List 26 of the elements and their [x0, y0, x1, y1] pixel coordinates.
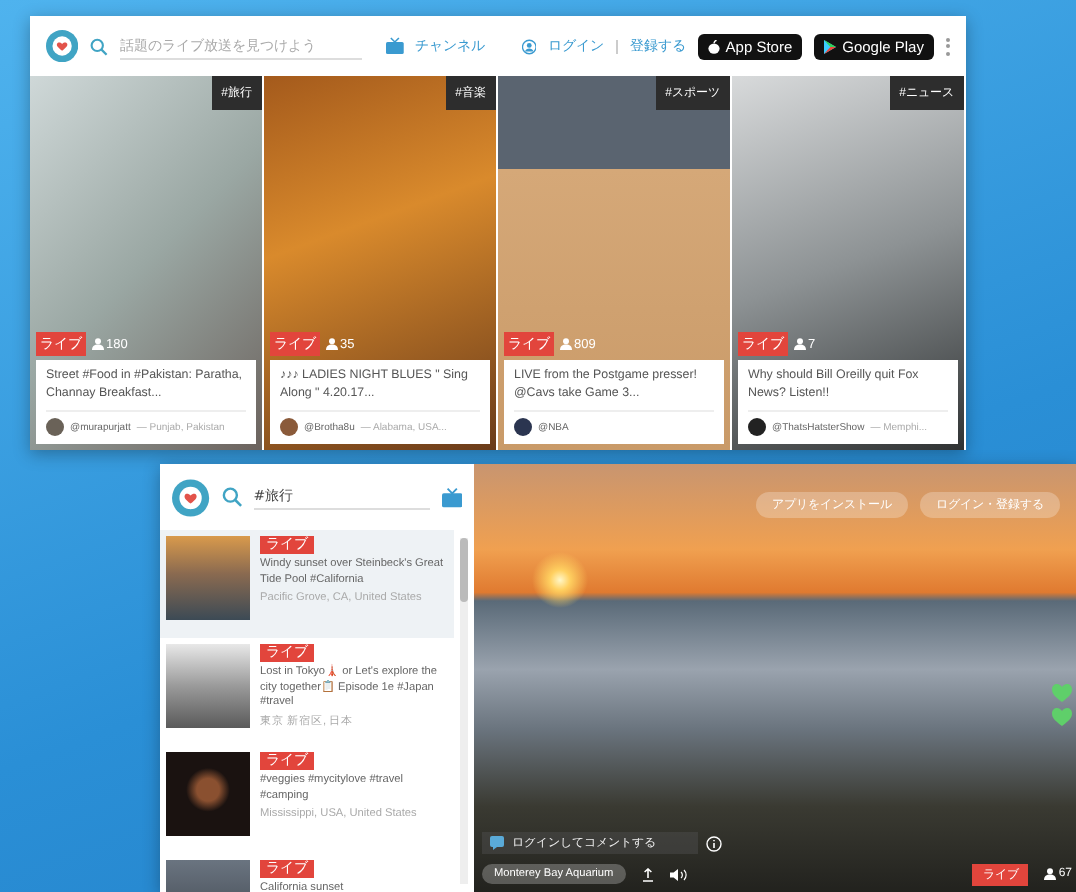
photo-placeholder [166, 752, 250, 836]
search-icon[interactable] [90, 35, 108, 57]
user-icon [92, 338, 104, 350]
logo-icon[interactable] [172, 477, 210, 517]
avatar-icon [748, 418, 766, 436]
avatar-icon [280, 418, 298, 436]
tv-icon[interactable] [385, 36, 404, 56]
share-icon[interactable] [641, 867, 654, 881]
photo-placeholder [166, 536, 250, 620]
play-icon [824, 39, 837, 53]
avatar-icon [46, 418, 64, 436]
user-icon [560, 338, 572, 350]
photo-placeholder [166, 644, 250, 728]
volume-icon[interactable] [669, 867, 688, 881]
tv-icon[interactable] [441, 487, 463, 507]
chat-icon [490, 836, 504, 850]
apple-icon [707, 39, 720, 53]
user-icon [794, 338, 806, 350]
search-icon[interactable] [221, 486, 242, 508]
logo-icon[interactable] [46, 26, 79, 66]
more-icon[interactable] [945, 37, 950, 55]
account-icon [521, 37, 536, 55]
info-icon [706, 835, 722, 851]
user-icon [1044, 868, 1057, 880]
user-icon [326, 338, 338, 350]
avatar-icon [514, 418, 532, 436]
